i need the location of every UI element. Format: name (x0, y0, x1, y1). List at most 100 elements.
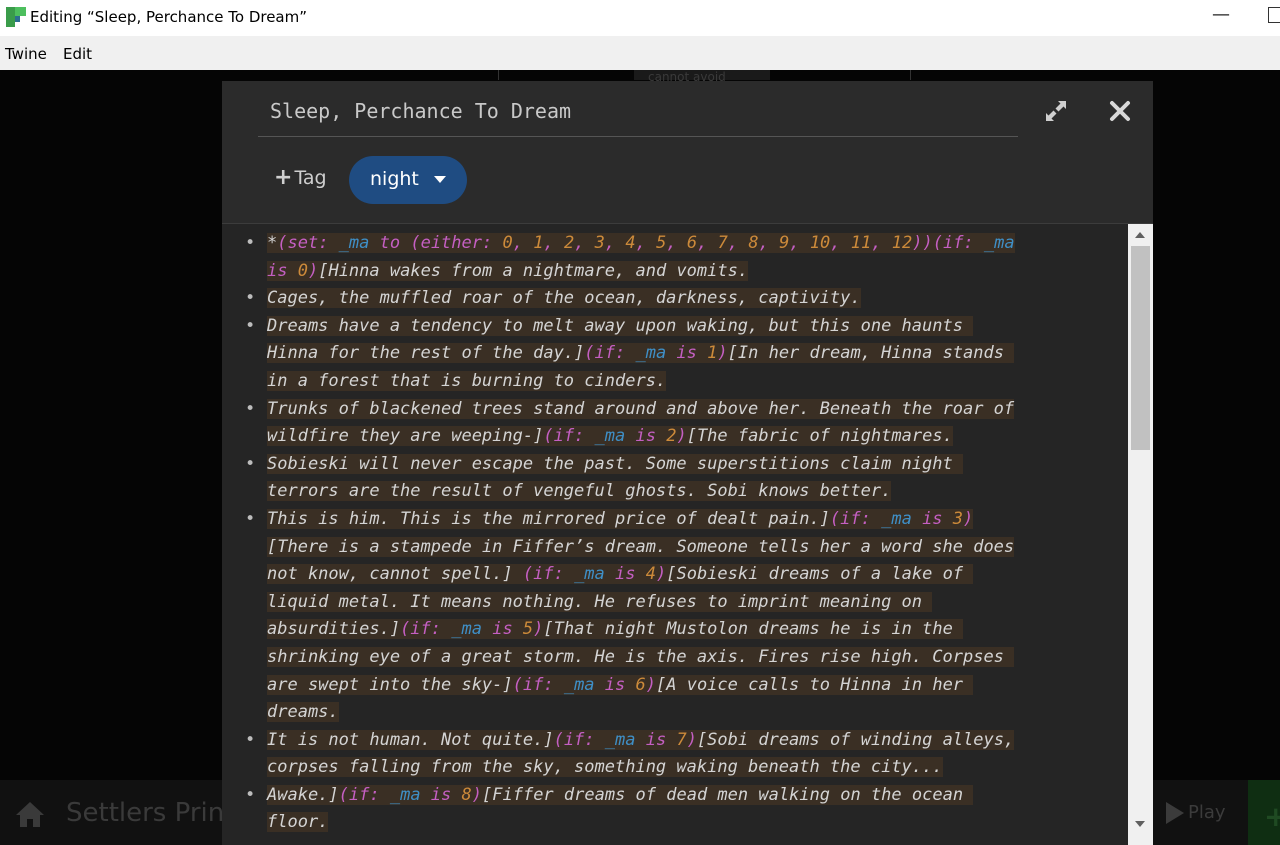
editor-line[interactable]: dreams. (222, 699, 1128, 727)
editor-line[interactable]: • This is him. This is the mirrored price… (222, 506, 1128, 534)
menu-twine[interactable]: Twine (5, 45, 47, 63)
window-title: Editing “Sleep, Perchance To Dream” (30, 8, 308, 26)
prose-text: floor. (267, 812, 329, 833)
passage-text-editor[interactable]: • *(set: _ma to (either: 0, 1, 2, 3, 4, 5… (222, 224, 1153, 845)
maximize-button[interactable] (1268, 7, 1280, 23)
number-token: 4 (645, 564, 656, 585)
prose-text: terrors are the result of vengeful ghost… (267, 481, 892, 502)
variable-token: _ma (563, 674, 595, 695)
editor-line[interactable]: Hinna for the rest of the day.](if: _ma … (222, 340, 1128, 368)
scrollbar-thumb[interactable] (1131, 246, 1150, 450)
variable-token: _ma (594, 426, 626, 447)
prose-text: [Sobieski dreams of a lake of (666, 564, 974, 585)
editor-line[interactable]: not know, cannot spell.] (if: _ma is 4)[… (222, 561, 1128, 589)
macro-token: (if: (829, 508, 882, 529)
editor-line[interactable]: terrors are the result of vengeful ghost… (222, 478, 1128, 506)
scroll-up-icon[interactable] (1135, 232, 1145, 238)
editor-line[interactable]: • Sobieski will never escape the past. So… (222, 451, 1128, 479)
macro-token: (set: (277, 233, 339, 253)
number-token: 8 (748, 233, 759, 253)
editor-scrollbar[interactable] (1128, 224, 1153, 845)
variable-token: _ma (451, 619, 482, 640)
number-token: 10 (809, 233, 831, 253)
line-text: [There is a stampede in Fiffer’s dream. … (267, 536, 1015, 557)
passage-name-field[interactable]: Sleep, Perchance To Dream (258, 93, 1018, 137)
story-name[interactable]: Settlers Prin (66, 798, 224, 828)
prose-text: absurdities.] (267, 619, 401, 640)
line-text: Sobieski will never escape the past. Som… (267, 453, 963, 474)
prose-text: corpses falling from the sky, something … (267, 757, 943, 778)
home-icon[interactable] (14, 800, 46, 828)
number-token: 9 (779, 233, 790, 253)
macro-token: ) (645, 674, 656, 695)
menu-edit[interactable]: Edit (63, 45, 92, 63)
editor-line[interactable]: • *(set: _ma to (either: 0, 1, 2, 3, 4, 5… (222, 230, 1128, 258)
editor-line[interactable]: • Trunks of blackened trees stand around … (222, 396, 1128, 424)
menu-bar: Twine Edit (0, 36, 1280, 70)
prose-text: [That night Mustolon dreams he is in the (543, 619, 964, 640)
number-token: 6 (635, 674, 646, 695)
number-token: 3 (952, 508, 964, 529)
play-button[interactable]: Play (1166, 802, 1226, 824)
editor-line[interactable]: liquid metal. It means nothing. He refus… (222, 589, 1128, 617)
editor-line[interactable]: in a forest that is burning to cinders. (222, 368, 1128, 396)
plus-icon: + (274, 165, 293, 190)
editor-line[interactable]: are swept into the sky-](if: _ma is 6)[A… (222, 672, 1128, 700)
number-token: 11 (850, 233, 872, 253)
prose-text: Trunks of blackened trees stand around a… (267, 398, 1015, 419)
editor-line[interactable]: • It is not human. Not quite.](if: _ma is… (222, 727, 1128, 755)
macro-token: (if: (400, 619, 452, 640)
minimize-button[interactable]: — (1212, 4, 1230, 25)
editor-line[interactable]: absurdities.](if: _ma is 5)[That night M… (222, 616, 1128, 644)
prose-text: wildfire they are weeping-] (267, 426, 544, 447)
plus-icon: + (1264, 800, 1280, 833)
tag-chip-night[interactable]: night (349, 156, 467, 204)
editor-lines[interactable]: • *(set: _ma to (either: 0, 1, 2, 3, 4, 5… (222, 230, 1128, 837)
prose-text: liquid metal. It means nothing. He refus… (267, 591, 933, 612)
dialog-header: Sleep, Perchance To Dream + Tag night (222, 81, 1153, 224)
scroll-down-icon[interactable] (1135, 821, 1145, 827)
prose-text: [The fabric of nightmares. (686, 426, 953, 447)
prose-text: not know, cannot spell.] (267, 564, 523, 585)
macro-token: (if: (512, 674, 564, 695)
prose-text: Sobieski will never escape the past. Som… (267, 453, 963, 474)
add-passage-button[interactable]: + (1248, 780, 1280, 845)
editor-line[interactable]: • Dreams have a tendency to melt away upo… (222, 313, 1128, 341)
macro-token: , (574, 233, 595, 253)
prose-text: [A voice calls to Hinna in her (656, 674, 974, 695)
editor-line[interactable]: corpses falling from the sky, something … (222, 754, 1128, 782)
caret-down-icon[interactable] (434, 176, 446, 183)
editor-line[interactable]: • Cages, the muffled roar of the ocean, d… (222, 285, 1128, 313)
line-bullet: • (245, 288, 256, 309)
prose-text: [In her dream, Hinna stands (727, 343, 1015, 364)
editor-line[interactable]: floor. (222, 809, 1128, 837)
number-token: 6 (686, 233, 698, 253)
line-text: wildfire they are weeping-](if: _ma is 2… (267, 426, 953, 447)
editor-line[interactable]: wildfire they are weeping-](if: _ma is 2… (222, 423, 1128, 451)
editor-line[interactable]: is 0)[Hinna wakes from a nightmare, and … (222, 258, 1128, 286)
editor-line[interactable]: [There is a stampede in Fiffer’s dream. … (222, 534, 1128, 562)
add-tag-button[interactable]: + Tag (274, 165, 327, 190)
macro-token: (if: (932, 233, 984, 253)
editor-line[interactable]: shrinking eye of a great storm. He is th… (222, 644, 1128, 672)
macro-token: , (512, 233, 534, 253)
close-icon[interactable] (1108, 99, 1132, 123)
number-token: 4 (625, 233, 636, 253)
macro-token: ) (686, 729, 697, 750)
macro-token: is (481, 619, 523, 640)
macro-token: ) (533, 619, 544, 640)
macro-token: ) (717, 343, 728, 364)
editor-line[interactable]: • Awake.](if: _ma is 8)[Fiffer dreams of … (222, 782, 1128, 810)
number-token: 12 (891, 233, 913, 253)
expand-icon[interactable] (1044, 99, 1068, 123)
prose-text: It is not human. Not quite.] (267, 729, 554, 750)
prose-text: This is him. This is the mirrored price … (267, 508, 830, 529)
tag-name: night (370, 168, 419, 190)
line-text: *(set: _ma to (either: 0, 1, 2, 3, 4, 5,… (267, 233, 1015, 253)
number-token: 5 (522, 619, 534, 640)
macro-token: ) (471, 784, 483, 805)
line-text: Trunks of blackened trees stand around a… (267, 398, 1015, 419)
line-text: Dreams have a tendency to melt away upon… (267, 315, 974, 336)
macro-token: , (666, 233, 687, 253)
variable-token: _ma (983, 233, 1015, 253)
